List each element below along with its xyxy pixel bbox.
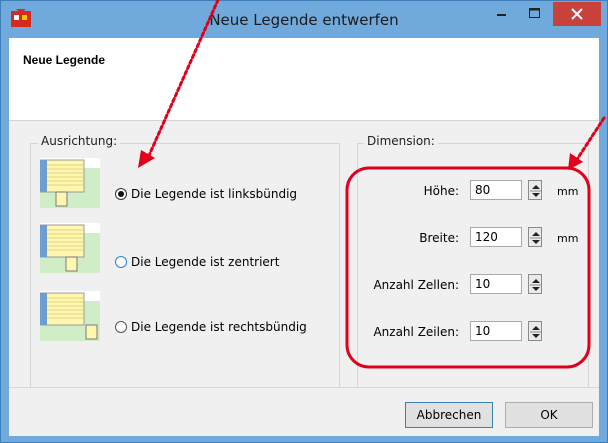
width-unit: mm xyxy=(557,232,579,245)
spinner-arrows-icon xyxy=(530,326,542,338)
align-center-preview-icon xyxy=(40,223,100,273)
radio-align-left-label: Die Legende ist linksbündig xyxy=(131,187,298,201)
button-bar: Abbrechen OK xyxy=(9,387,599,436)
height-unit: mm xyxy=(557,185,579,198)
radio-unselected-icon xyxy=(115,321,127,333)
header-title: Neue Legende xyxy=(23,53,106,67)
dialog-client-area: Neue Legende Ausrichtung: Die Legende is… xyxy=(9,38,599,436)
radio-align-left[interactable]: Die Legende ist linksbündig xyxy=(115,187,297,201)
row-count-input[interactable]: 10 xyxy=(470,321,522,341)
cell-count-input[interactable]: 10 xyxy=(470,274,522,294)
close-icon xyxy=(571,8,583,20)
width-spinner[interactable] xyxy=(528,227,542,247)
row-count-label: Anzahl Zeilen: xyxy=(373,325,459,339)
ok-button[interactable]: OK xyxy=(505,402,593,428)
dialog-window: Neue Legende entwerfen Neue Legende Ausr… xyxy=(0,0,608,443)
radio-align-right[interactable]: Die Legende ist rechtsbündig xyxy=(115,320,307,334)
dimension-group-label: Dimension: xyxy=(364,134,438,148)
spinner-arrows-icon xyxy=(530,232,542,244)
row-count-spinner[interactable] xyxy=(528,321,542,341)
align-left-preview-icon xyxy=(40,158,100,208)
radio-selected-icon xyxy=(115,188,127,200)
spinner-arrows-icon xyxy=(530,279,542,291)
window-title: Neue Legende entwerfen xyxy=(209,11,399,29)
radio-align-center[interactable]: Die Legende ist zentriert xyxy=(115,255,279,269)
radio-align-right-label: Die Legende ist rechtsbündig xyxy=(131,320,307,334)
cancel-button[interactable]: Abbrechen xyxy=(405,402,493,428)
spinner-arrows-icon xyxy=(530,185,542,197)
align-right-preview-icon xyxy=(40,291,100,341)
height-input[interactable]: 80 xyxy=(470,180,522,200)
height-spinner[interactable] xyxy=(528,180,542,200)
title-bar[interactable]: Neue Legende entwerfen xyxy=(1,1,607,38)
header-panel: Neue Legende xyxy=(9,38,599,121)
radio-align-center-label: Die Legende ist zentriert xyxy=(131,255,280,269)
alignment-group-label: Ausrichtung: xyxy=(38,134,121,148)
cell-count-label: Anzahl Zellen: xyxy=(373,278,459,292)
maximize-button[interactable] xyxy=(519,2,549,26)
width-input[interactable]: 120 xyxy=(470,227,522,247)
radio-unselected-icon xyxy=(115,256,127,268)
width-label: Breite: xyxy=(419,231,459,245)
minimize-icon xyxy=(497,14,506,16)
close-button[interactable] xyxy=(553,2,601,26)
cell-count-spinner[interactable] xyxy=(528,274,542,294)
maximize-icon xyxy=(529,8,540,18)
height-label: Höhe: xyxy=(423,184,459,198)
minimize-button[interactable] xyxy=(486,2,516,26)
